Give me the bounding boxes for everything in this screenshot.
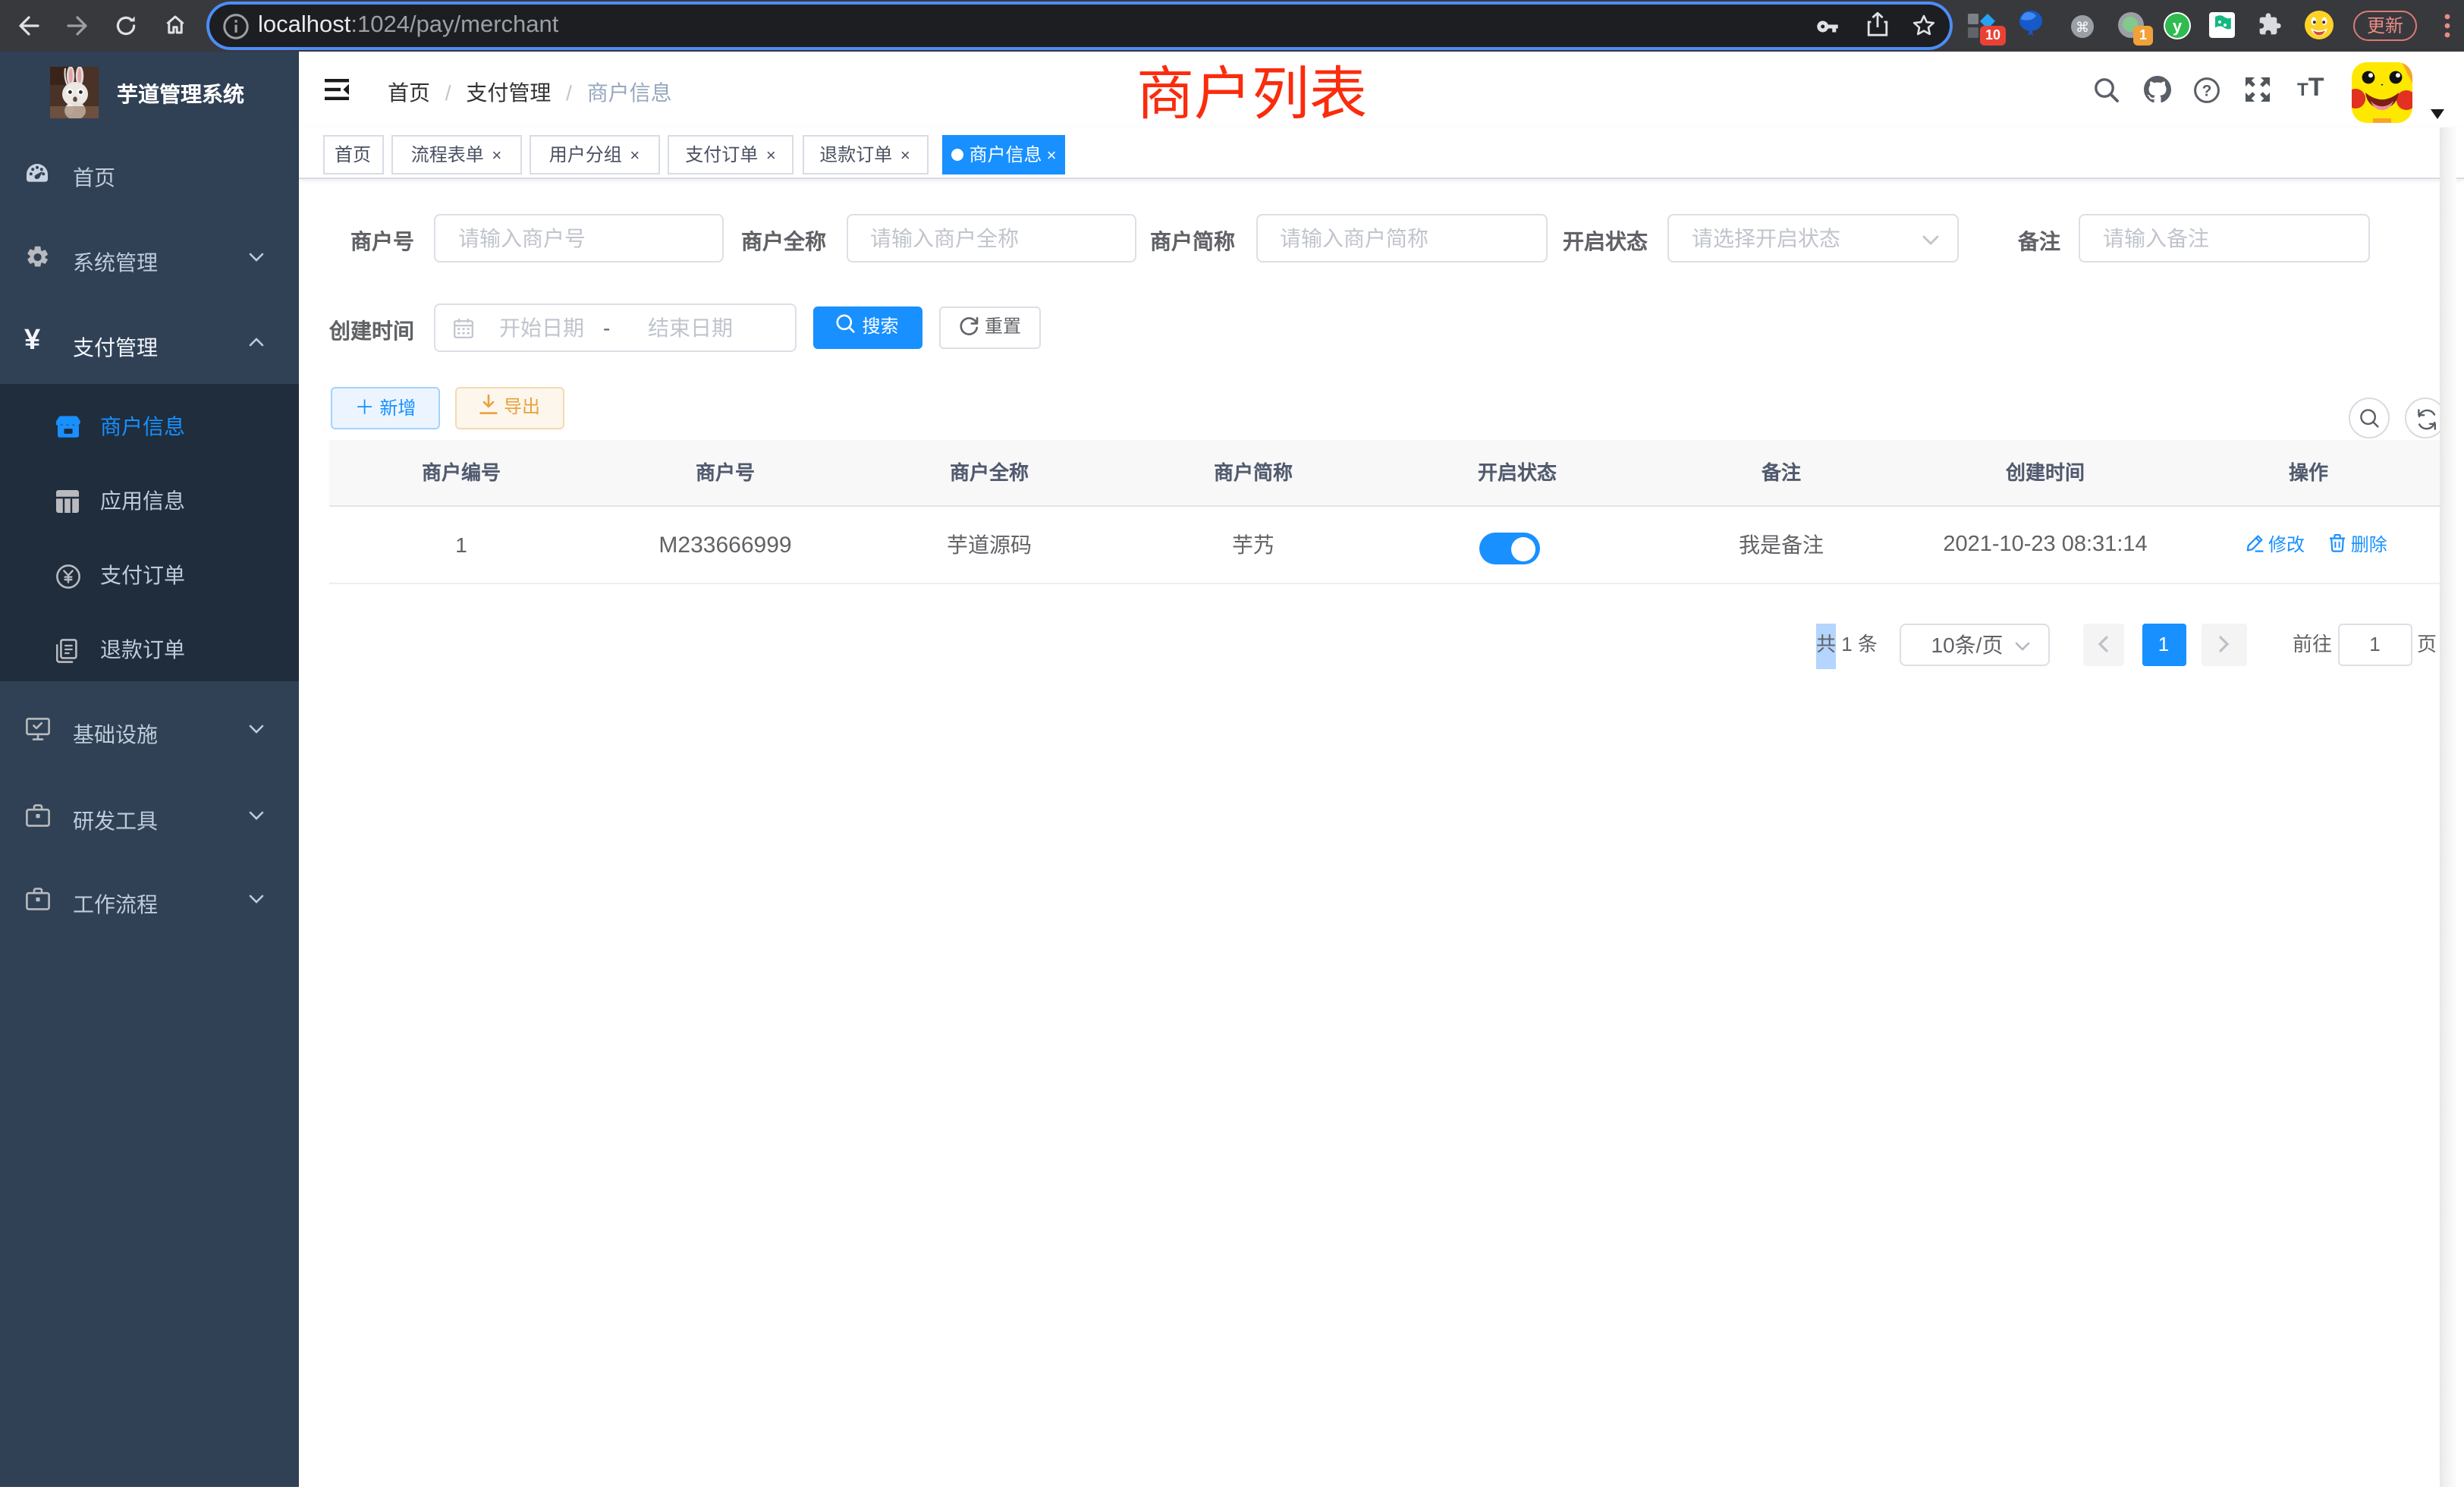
svg-text:y: y bbox=[2173, 17, 2183, 36]
svg-text:⌘: ⌘ bbox=[2076, 20, 2089, 35]
svg-text:?: ? bbox=[2202, 81, 2212, 99]
